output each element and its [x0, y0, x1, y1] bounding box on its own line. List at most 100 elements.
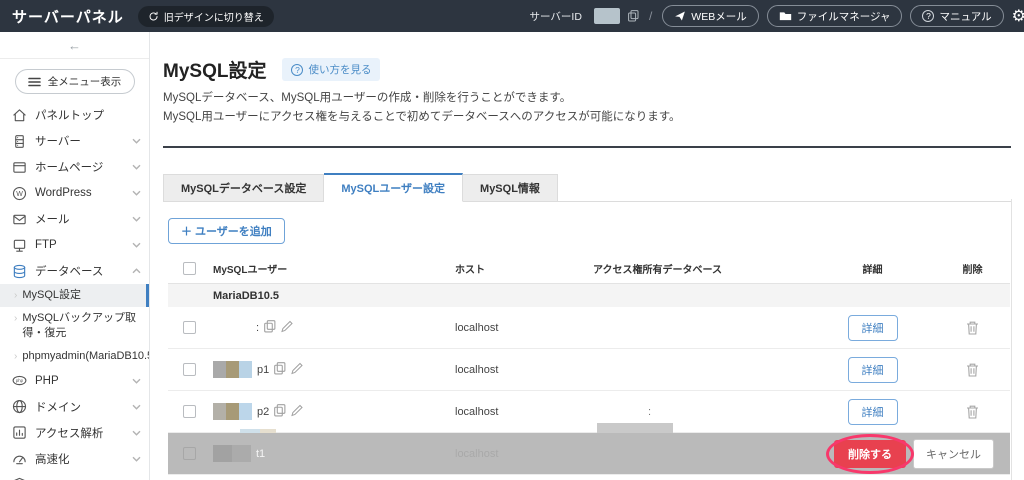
column-header-access: アクセス権所有データベース	[593, 265, 722, 276]
manual-button[interactable]: ? マニュアル	[910, 5, 1004, 27]
panel-border	[1011, 199, 1012, 480]
description-line: MySQLデータベース、MySQL用ユーザーの作成・削除を行うことができます。	[163, 92, 572, 104]
tab-label: MySQL情報	[480, 183, 540, 195]
sidebar-item-ftp[interactable]: FTP	[0, 232, 149, 258]
switch-old-design-button[interactable]: 旧デザインに切り替え	[137, 5, 274, 27]
all-menu-button[interactable]: 全メニュー表示	[14, 69, 135, 94]
sidebar-collapse-button[interactable]: ←	[0, 32, 149, 59]
left-arrow-icon: ←	[68, 37, 81, 53]
chevron-down-icon	[132, 161, 141, 173]
sidebar-item-domain[interactable]: ドメイン	[0, 394, 149, 420]
folder-icon	[779, 10, 792, 22]
trash-icon[interactable]	[966, 405, 979, 419]
detail-button[interactable]: 詳細	[847, 356, 898, 383]
detail-button[interactable]: 詳細	[847, 398, 898, 425]
description-line: MySQL用ユーザーにアクセス権を与えることで初めてデータベースへのアクセスが可…	[163, 110, 681, 123]
tab-mysql-info[interactable]: MySQL情報	[463, 174, 558, 201]
sidebar-subitem-label: MySQL設定	[22, 289, 82, 301]
row-checkbox[interactable]	[183, 321, 196, 334]
delete-confirm-row: t1 localhost 削除する キャンセル	[168, 433, 1010, 475]
sidebar-subitem-label: MySQLバックアップ取得・復元	[22, 312, 137, 339]
chevron-down-icon	[132, 135, 141, 147]
redacted-access-value	[597, 423, 673, 433]
mysql-user-name: p2	[257, 405, 270, 418]
sidebar-item-access-analytics[interactable]: アクセス解析	[0, 420, 149, 446]
edit-pencil-icon[interactable]	[291, 362, 303, 378]
edit-pencil-icon[interactable]	[281, 320, 293, 336]
sidebar-subitem-mysql-backup[interactable]: › MySQLバックアップ取得・復元	[0, 307, 149, 345]
column-header-host: ホスト	[455, 265, 485, 276]
globe-icon	[12, 399, 27, 414]
sidebar-item-label: FTP	[35, 239, 57, 251]
chevron-down-icon	[132, 401, 141, 413]
gear-icon[interactable]: ⚙	[1012, 6, 1024, 26]
database-icon	[12, 264, 27, 279]
copy-icon[interactable]	[274, 403, 286, 420]
table-header-row: MySQLユーザー ホスト アクセス権所有データベース 詳細 削除	[168, 254, 1010, 284]
hamburger-icon	[27, 77, 41, 87]
chevron-down-icon	[132, 239, 141, 251]
redacted-user-name	[213, 403, 252, 420]
delete-confirm-button[interactable]: 削除する	[834, 439, 906, 468]
trash-icon[interactable]	[966, 363, 979, 377]
svg-text:php: php	[16, 378, 24, 383]
table-row: p2 localhost : 詳細	[168, 391, 1010, 440]
sidebar-item-label: PHP	[35, 374, 59, 387]
row-checkbox[interactable]	[183, 447, 196, 460]
host-value: localhost	[455, 447, 499, 460]
edit-pencil-icon[interactable]	[291, 404, 303, 420]
tab-mysql-user-settings[interactable]: MySQLユーザー設定	[324, 173, 464, 202]
help-link[interactable]: ? 使い方を見る	[282, 58, 381, 81]
sidebar-item-wordpress[interactable]: W WordPress	[0, 180, 149, 206]
sidebar-item-mail[interactable]: メール	[0, 206, 149, 232]
tab-mysql-database-settings[interactable]: MySQLデータベース設定	[163, 174, 325, 201]
help-link-label: 使い方を見る	[308, 64, 372, 76]
top-header-bar: サーバーパネル 旧デザインに切り替え サーバーID / WEBメール ファイルマ…	[0, 0, 1024, 32]
confirm-button-group: 削除する キャンセル	[826, 433, 994, 474]
question-icon: ?	[291, 63, 304, 76]
trash-icon[interactable]	[966, 321, 979, 335]
add-user-label: ユーザーを追加	[195, 226, 272, 238]
mail-icon	[12, 212, 27, 227]
select-all-checkbox[interactable]	[183, 262, 196, 275]
file-manager-button[interactable]: ファイルマネージャ	[766, 5, 903, 27]
topbar-right-group: サーバーID / WEBメール ファイルマネージャ ? マニュアル ⚙	[529, 5, 1024, 27]
sidebar-item-label: パネルトップ	[35, 110, 104, 122]
copy-icon[interactable]	[274, 361, 286, 378]
chevron-up-icon	[132, 265, 141, 277]
sidebar-subitem-mysql-settings[interactable]: › MySQL設定	[0, 284, 149, 307]
row-checkbox[interactable]	[183, 405, 196, 418]
app-title: サーバーパネル	[12, 8, 124, 26]
detail-button[interactable]: 詳細	[847, 314, 898, 341]
sidebar-item-database[interactable]: データベース	[0, 258, 149, 284]
file-manager-label: ファイルマネージャ	[796, 10, 891, 23]
table-row: p1 localhost 詳細	[168, 349, 1010, 391]
row-checkbox[interactable]	[183, 363, 196, 376]
sidebar-item-label: サーバー	[35, 136, 81, 148]
copy-icon[interactable]	[264, 319, 276, 336]
sidebar-item-label: ホームページ	[35, 162, 104, 174]
sidebar-subitem-phpmyadmin[interactable]: › phpmyadmin(MariaDB10.5)	[0, 345, 149, 368]
cancel-button[interactable]: キャンセル	[913, 438, 994, 469]
gauge-icon	[12, 451, 27, 466]
browser-icon	[12, 160, 27, 175]
sidebar-item-acceleration[interactable]: 高速化	[0, 446, 149, 472]
sidebar-item-label: WordPress	[35, 187, 92, 199]
server-id-label: サーバーID	[529, 10, 582, 23]
table-group-row: MariaDB10.5	[168, 284, 1010, 307]
sidebar-item-homepage[interactable]: ホームページ	[0, 154, 149, 180]
sidebar-item-label: ドメイン	[35, 401, 81, 414]
sidebar-item-php[interactable]: php PHP	[0, 368, 149, 394]
tab-bar: MySQLデータベース設定 MySQLユーザー設定 MySQL情報	[163, 173, 1011, 202]
sidebar-item-label: アクセス解析	[35, 427, 104, 440]
sidebar-item-security[interactable]: セキュリティ	[0, 472, 149, 480]
sidebar-item-panel-top[interactable]: パネルトップ	[0, 102, 149, 128]
copy-icon[interactable]	[628, 9, 639, 23]
webmail-button[interactable]: WEBメール	[662, 5, 759, 27]
sidebar-item-label: 高速化	[35, 453, 70, 466]
column-header-delete: 削除	[962, 265, 983, 276]
tab-label: MySQLユーザー設定	[341, 183, 446, 195]
question-icon: ?	[922, 10, 935, 22]
add-user-button[interactable]: ＋ ユーザーを追加	[168, 218, 285, 244]
sidebar-item-server[interactable]: サーバー	[0, 128, 149, 154]
